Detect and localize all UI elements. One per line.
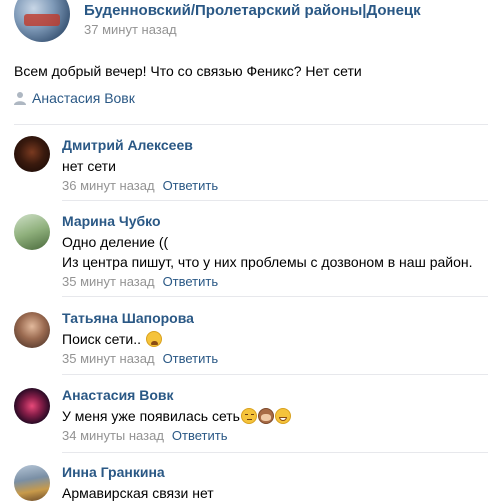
comment-time[interactable]: 36 минут назад [62,178,155,193]
comment-author[interactable]: Инна Гранкина [62,464,165,480]
comment-meta: 35 минут назад Ответить [62,274,218,289]
comment-text: У меня уже появилась сеть [62,408,291,424]
comment-time[interactable]: 35 минут назад [62,274,155,289]
comment-text-content: У меня уже появилась сеть [62,408,240,424]
comment-meta: 34 минуты назад Ответить [62,428,227,443]
post-text: Всем добрый вечер! Что со связью Феникс?… [14,63,362,79]
reply-button[interactable]: Ответить [172,428,228,443]
avatar[interactable] [14,465,50,501]
reply-button[interactable]: Ответить [163,351,219,366]
comment-time[interactable]: 34 минуты назад [62,428,164,443]
comment-text: Поиск сети.. [62,331,162,347]
post-time[interactable]: 37 минут назад [84,22,177,37]
avatar[interactable] [14,136,50,172]
comment-text: Армавирская связи нет [62,485,214,501]
comment-author[interactable]: Татьяна Шапорова [62,310,194,326]
comment-text-content: Поиск сети.. [62,331,142,347]
comment-author[interactable]: Дмитрий Алексеев [62,137,193,153]
avatar[interactable] [14,214,50,250]
divider [62,200,488,201]
divider [62,374,488,375]
comment-time[interactable]: 35 минут назад [62,351,155,366]
see-no-evil-monkey-emoji [257,408,274,424]
comment-text: Из центра пишут, что у них проблемы с до… [62,254,473,270]
group-avatar[interactable] [14,0,70,42]
comment-author[interactable]: Марина Чубко [62,213,161,229]
divider [14,124,488,125]
divider [62,452,488,453]
grinning-face-emoji [274,408,291,424]
reply-button[interactable]: Ответить [163,178,219,193]
unamused-face-emoji [240,408,257,424]
reply-button[interactable]: Ответить [163,274,219,289]
person-icon [14,92,26,105]
post-signer[interactable]: Анастасия Вовк [14,89,135,107]
weary-face-emoji [145,331,162,347]
post-header: Буденновский/Пролетарский районы|Донецк … [14,0,494,50]
avatar[interactable] [14,388,50,424]
group-name-link[interactable]: Буденновский/Пролетарский районы|Донецк [84,2,421,19]
divider [62,296,488,297]
comment-text: нет сети [62,158,116,174]
comment-author[interactable]: Анастасия Вовк [62,387,174,403]
comment-meta: 35 минут назад Ответить [62,351,218,366]
avatar[interactable] [14,312,50,348]
signer-name[interactable]: Анастасия Вовк [32,90,135,106]
comment-text: Одно деление (( [62,234,169,250]
comment-meta: 36 минут назад Ответить [62,178,218,193]
